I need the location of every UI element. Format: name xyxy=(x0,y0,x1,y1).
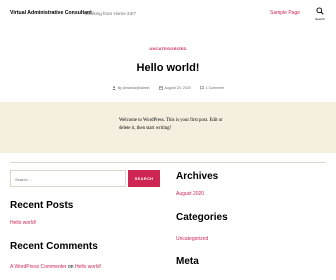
recent-comment-item: A WordPress Commenter on Hello world! xyxy=(10,264,101,270)
comment-on-text: on xyxy=(67,264,74,270)
search-toggle-button[interactable]: Search xyxy=(313,7,327,23)
user-icon xyxy=(112,86,116,90)
meta-heading: Meta xyxy=(176,256,199,267)
post-category[interactable]: UNCATEGORIZED xyxy=(0,46,336,51)
comment-icon xyxy=(199,86,204,90)
search-button[interactable]: SEARCH xyxy=(128,170,160,187)
archives-heading: Archives xyxy=(176,171,219,182)
post-content: Welcome to WordPress. This is your first… xyxy=(119,118,223,131)
site-header: Virtual Administrative Consultant Workin… xyxy=(0,0,336,30)
meta-author-text: By Amanda@admin xyxy=(117,86,150,90)
widget-divider xyxy=(10,162,326,163)
comment-author-link[interactable]: A WordPress Commenter xyxy=(10,264,67,270)
search-placeholder: Search ... xyxy=(15,177,33,182)
meta-comments-text: 1 Comment xyxy=(205,86,225,90)
meta-date-text: August 20, 2020 xyxy=(164,86,191,90)
meta-comments[interactable]: 1 Comment xyxy=(199,86,225,90)
recent-posts-heading: Recent Posts xyxy=(10,200,74,211)
recent-post-link[interactable]: Hello world! xyxy=(10,220,36,226)
search-toggle-label: Search xyxy=(315,17,325,21)
search-input[interactable]: Search ... xyxy=(10,170,126,187)
meta-date[interactable]: August 20, 2020 xyxy=(158,86,191,90)
category-link[interactable]: Uncategorized xyxy=(176,236,208,242)
archive-link[interactable]: August 2020 xyxy=(176,191,204,197)
calendar-icon xyxy=(158,86,163,90)
search-icon xyxy=(316,7,324,15)
categories-heading: Categories xyxy=(176,212,228,223)
site-description: Working from Home 24/7 xyxy=(85,10,136,16)
recent-comments-heading: Recent Comments xyxy=(10,241,98,252)
site-title[interactable]: Virtual Administrative Consultant xyxy=(10,10,92,16)
meta-author[interactable]: By Amanda@admin xyxy=(112,86,150,90)
post-title[interactable]: Hello world! xyxy=(0,62,336,74)
post-meta: By Amanda@admin August 20, 2020 1 Commen… xyxy=(0,86,336,91)
nav-sample-page[interactable]: Sample Page xyxy=(270,10,300,16)
comment-post-link[interactable]: Hello world! xyxy=(75,264,101,270)
